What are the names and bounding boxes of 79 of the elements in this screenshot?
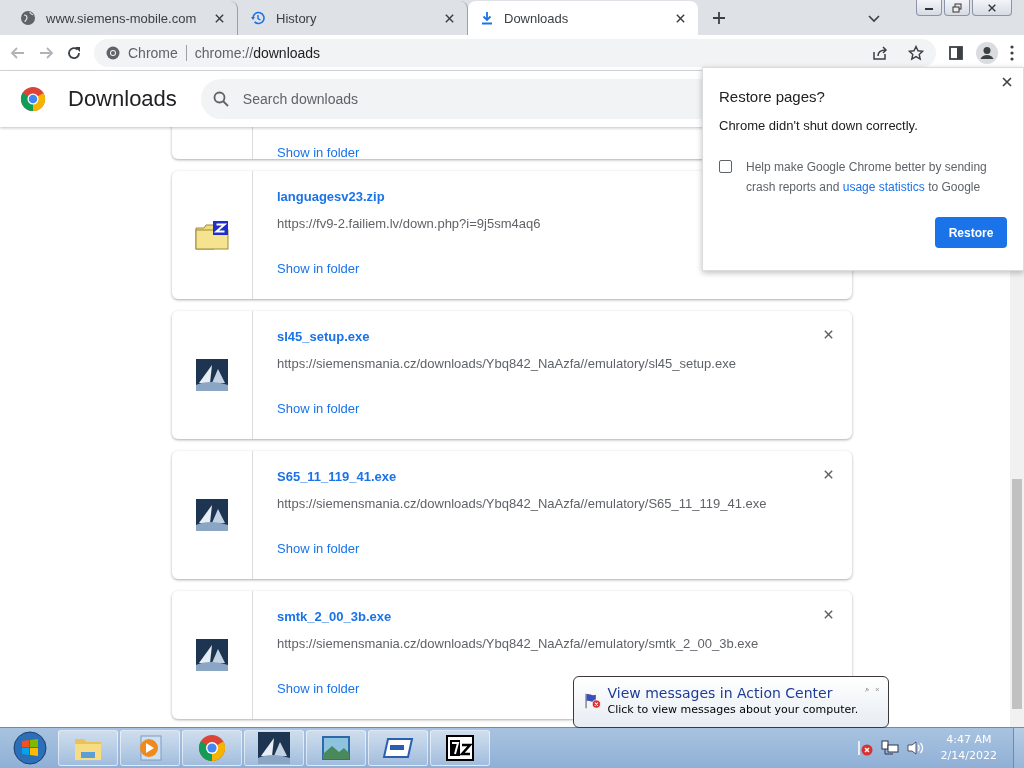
tab-title: History [276, 10, 318, 26]
history-icon [250, 10, 266, 26]
usage-statistics-link[interactable]: usage statistics [842, 180, 925, 194]
restore-window-button[interactable] [944, 0, 970, 16]
side-panel-button[interactable] [948, 44, 964, 61]
close-icon [823, 329, 834, 340]
notification-title: View messages in Action Center [607, 685, 833, 701]
source-url: https://fv9-2.failiem.lv/down.php?i=9j5sm4aq6 [277, 216, 541, 231]
source-url: https://siemensmania.cz/downloads/Ybq842_NaAzfa//emulatory/smtk_2_00_3b.exe [277, 636, 759, 651]
source-url: https://siemensmania.cz/downloads/Ybq842_NaAzfa//emulatory/sl45_setup.exe [277, 356, 736, 371]
sail-app-icon [196, 359, 228, 391]
action-center-error-icon[interactable] [856, 740, 873, 756]
taskbar-button[interactable] [430, 730, 490, 766]
close-icon [823, 469, 834, 480]
share-icon[interactable] [872, 44, 888, 61]
reload-button[interactable] [66, 44, 82, 61]
page-chip: Chrome [128, 44, 187, 61]
chrome-icon [198, 734, 226, 762]
tab-title: www.siemens-mobile.com [46, 10, 198, 26]
restore-window-icon [952, 2, 962, 13]
new-tab-button[interactable] [712, 11, 726, 25]
restore-button[interactable]: Restore [935, 217, 1007, 248]
download-icon [480, 11, 494, 25]
search-icon [212, 91, 229, 107]
close-icon [987, 2, 997, 13]
chrome-logo-icon [20, 86, 46, 112]
network-icon[interactable] [880, 740, 899, 756]
sail-app-icon [196, 499, 228, 531]
sail-app-icon [258, 732, 290, 764]
close-icon [823, 609, 834, 620]
close-window-button[interactable] [972, 0, 1012, 16]
dialog-message: Chrome didn't shut down correctly. [719, 118, 918, 133]
checkbox[interactable] [719, 160, 732, 173]
remove-button[interactable] [823, 329, 834, 340]
window-icon [382, 735, 414, 761]
archive-app-icon [445, 734, 475, 762]
menu-button[interactable] [1010, 44, 1014, 61]
file-name-link[interactable]: S65_11_119_41.exe [277, 469, 397, 484]
profile-button[interactable] [976, 41, 998, 64]
dialog-title: Restore pages? [719, 88, 825, 105]
close-tab-icon[interactable] [444, 12, 455, 24]
show-in-folder-link[interactable]: Show in folder [277, 261, 360, 276]
minimize-button[interactable] [916, 0, 942, 16]
browser-tab[interactable]: www.siemens-mobile.com [8, 1, 238, 35]
star-icon[interactable] [908, 44, 924, 61]
checkbox-label: Help make Google Chrome better by sending crash reports and usage statistics to Google [746, 159, 988, 196]
scrollbar-thumb[interactable] [1012, 479, 1022, 709]
show-in-folder-link[interactable]: Show in folder [277, 541, 360, 556]
address-bar[interactable]: Chrome chrome://downloads [94, 38, 936, 67]
taskbar-button[interactable] [368, 730, 428, 766]
photo-viewer-icon [320, 734, 352, 762]
zip-folder-icon [195, 220, 229, 250]
globe-icon [20, 10, 36, 26]
volume-icon[interactable] [906, 740, 925, 756]
sail-app-icon [196, 639, 228, 671]
media-player-icon [137, 734, 163, 762]
file-name-link[interactable]: languagesv23.zip [277, 189, 385, 204]
browser-tab[interactable]: Downloads [468, 1, 698, 35]
notification-message: Click to view messages about your computer. [607, 703, 859, 716]
page-title: Downloads [68, 86, 177, 112]
chrome-logo-icon [106, 45, 120, 60]
file-name-link[interactable]: sl45_setup.exe [277, 329, 370, 344]
show-in-folder-link[interactable]: Show in folder [277, 681, 360, 696]
show-in-folder-link[interactable]: Show in folder [277, 401, 360, 416]
remove-button[interactable] [823, 469, 834, 480]
tab-title: Downloads [504, 10, 570, 26]
remove-button[interactable] [823, 609, 834, 620]
taskbar-button[interactable] [244, 730, 304, 766]
file-name-link[interactable]: smtk_2_00_3b.exe [277, 609, 392, 624]
close-icon [1001, 76, 1013, 88]
close-dialog-button[interactable] [1001, 76, 1013, 88]
close-tab-icon[interactable] [214, 12, 225, 24]
show-in-folder-link[interactable]: Show in folder [277, 145, 360, 160]
close-tab-icon[interactable] [675, 12, 686, 24]
clock-time: 4:47 AM [946, 732, 992, 748]
source-url: https://siemensmania.cz/downloads/Ybq842_NaAzfa//emulatory/S65_11_119_41.exe [277, 496, 767, 511]
clock-date: 2/14/2022 [940, 748, 997, 764]
url-text: chrome://downloads [194, 44, 321, 61]
tab-search-button[interactable] [868, 15, 880, 23]
